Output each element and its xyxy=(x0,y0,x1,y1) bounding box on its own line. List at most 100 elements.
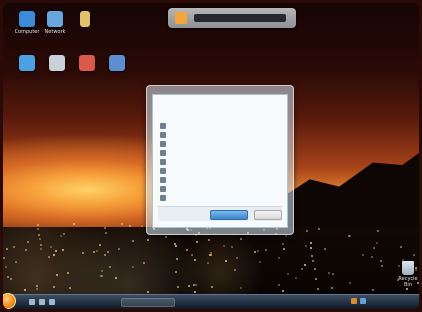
tray-icon[interactable] xyxy=(351,298,357,304)
browser-icon[interactable] xyxy=(29,299,35,305)
desktop-icon-media[interactable] xyxy=(73,55,101,73)
desktop-icon-app[interactable] xyxy=(13,55,41,73)
city-light xyxy=(129,225,132,228)
city-light xyxy=(380,264,383,267)
document-icon xyxy=(109,55,125,71)
city-light xyxy=(194,259,197,262)
tray-icon[interactable] xyxy=(360,298,366,304)
city-light xyxy=(277,257,280,260)
city-light xyxy=(109,266,112,269)
city-light xyxy=(371,289,374,292)
city-light xyxy=(115,276,118,279)
dialog-option[interactable] xyxy=(160,168,270,174)
city-light xyxy=(81,252,84,255)
city-light xyxy=(304,245,307,248)
secondary-button[interactable] xyxy=(254,210,282,220)
city-light xyxy=(92,250,95,253)
city-light xyxy=(312,259,315,262)
city-light xyxy=(37,224,40,227)
city-light xyxy=(53,254,56,257)
city-light xyxy=(105,231,108,234)
dialog-option[interactable] xyxy=(160,141,270,147)
folder-icon[interactable] xyxy=(39,299,45,305)
dialog-option[interactable] xyxy=(160,123,270,129)
dialog-window xyxy=(146,85,294,235)
city-light xyxy=(40,247,43,250)
sidebar-gadget[interactable] xyxy=(168,8,296,28)
city-light xyxy=(315,277,318,280)
start-button[interactable] xyxy=(3,293,16,309)
city-light xyxy=(117,247,120,250)
city-light xyxy=(38,237,41,240)
option-icon xyxy=(160,177,166,183)
city-light xyxy=(304,264,307,267)
dialog-option[interactable] xyxy=(160,186,270,192)
desktop-icon-label: Network xyxy=(44,29,66,35)
option-icon xyxy=(160,159,166,165)
recycle-bin-icon xyxy=(402,261,414,275)
city-light xyxy=(187,284,190,287)
desktop-icon-document[interactable] xyxy=(103,55,131,73)
desktop-background: Computer Network Recycle Bin xyxy=(3,3,419,309)
city-light xyxy=(310,246,313,249)
city-light xyxy=(6,275,9,278)
quick-launch xyxy=(29,299,75,305)
city-light xyxy=(222,245,225,248)
dialog-option[interactable] xyxy=(160,132,270,138)
city-light xyxy=(24,248,27,251)
city-light xyxy=(370,255,373,258)
city-light xyxy=(23,288,26,291)
city-light xyxy=(5,248,8,251)
app-icon xyxy=(19,55,35,71)
city-light xyxy=(362,253,365,256)
city-light xyxy=(37,227,40,230)
city-light xyxy=(239,238,242,241)
dialog-option[interactable] xyxy=(160,177,270,183)
city-light xyxy=(313,267,316,270)
option-icon xyxy=(160,141,166,147)
desktop-icon-folder[interactable] xyxy=(71,11,99,29)
city-light xyxy=(331,272,334,275)
desktop-icon-tool[interactable] xyxy=(43,55,71,73)
city-light xyxy=(69,287,72,290)
desktop-icon-label: Recycle Bin xyxy=(398,276,418,288)
city-light xyxy=(62,233,65,236)
media-icon[interactable] xyxy=(49,299,55,305)
option-icon xyxy=(160,186,166,192)
city-light xyxy=(4,266,7,269)
city-light xyxy=(15,260,18,263)
city-light xyxy=(372,247,375,250)
city-light xyxy=(67,272,70,275)
city-light xyxy=(175,257,178,260)
taskbar-item[interactable] xyxy=(121,298,175,307)
city-light xyxy=(39,244,42,247)
city-light xyxy=(207,262,209,265)
city-light xyxy=(294,276,297,279)
primary-button[interactable] xyxy=(210,210,248,220)
city-light xyxy=(240,286,243,289)
city-light xyxy=(327,271,330,274)
desktop-icon-recycle-bin[interactable]: Recycle Bin xyxy=(395,261,419,288)
city-light xyxy=(282,242,285,245)
city-light xyxy=(277,283,280,286)
network-icon xyxy=(47,11,63,27)
city-light xyxy=(142,261,145,264)
dialog-option[interactable] xyxy=(160,159,270,165)
city-light xyxy=(309,241,312,244)
dialog-option[interactable] xyxy=(160,150,270,156)
city-light xyxy=(104,226,107,229)
city-light xyxy=(131,266,134,269)
city-light xyxy=(379,259,382,262)
option-icon xyxy=(160,150,166,156)
desktop-icon-computer[interactable]: Computer xyxy=(13,11,41,35)
city-light xyxy=(284,234,287,237)
desktop-icon-network[interactable]: Network xyxy=(41,11,69,35)
city-light xyxy=(35,284,38,287)
city-light xyxy=(233,268,236,271)
city-light xyxy=(209,254,212,257)
dialog-option[interactable] xyxy=(160,195,270,201)
city-light xyxy=(301,267,304,270)
city-light xyxy=(99,274,102,277)
city-light xyxy=(207,239,210,242)
city-light xyxy=(400,245,403,248)
